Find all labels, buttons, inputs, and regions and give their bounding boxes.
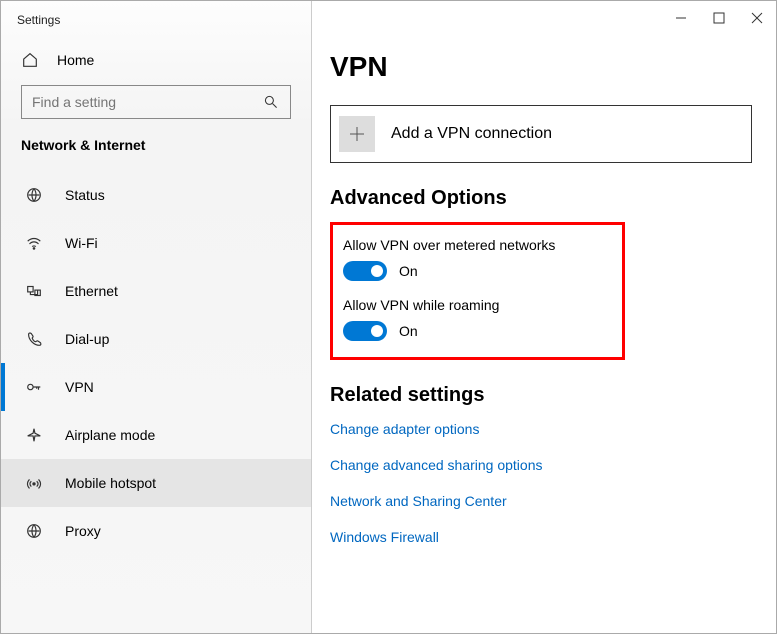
nav-label: Mobile hotspot <box>65 475 156 491</box>
search-icon <box>262 93 280 111</box>
add-vpn-button[interactable]: Add a VPN connection <box>330 105 752 163</box>
home-label: Home <box>57 52 94 68</box>
nav-ethernet[interactable]: Ethernet <box>1 267 311 315</box>
wifi-icon <box>25 234 43 252</box>
metered-toggle[interactable] <box>343 261 387 281</box>
nav-wifi[interactable]: Wi-Fi <box>1 219 311 267</box>
minimize-button[interactable] <box>674 11 688 25</box>
window-title: Settings <box>1 13 311 43</box>
close-button[interactable] <box>750 11 764 25</box>
sidebar: Settings Home Network & Internet Status … <box>1 1 312 633</box>
airplane-icon <box>25 426 43 444</box>
nav-label: Wi-Fi <box>65 235 98 251</box>
metered-state: On <box>399 263 418 279</box>
link-firewall[interactable]: Windows Firewall <box>330 529 752 545</box>
home-button[interactable]: Home <box>1 43 311 85</box>
nav-vpn[interactable]: VPN <box>1 363 311 411</box>
nav-proxy[interactable]: Proxy <box>1 507 311 555</box>
related-section: Related settings Change adapter options … <box>330 384 752 545</box>
maximize-button[interactable] <box>712 11 726 25</box>
roaming-label: Allow VPN while roaming <box>343 297 612 313</box>
nav-label: Status <box>65 187 105 203</box>
link-adapter[interactable]: Change adapter options <box>330 421 752 437</box>
page-title: VPN <box>330 51 752 83</box>
roaming-state: On <box>399 323 418 339</box>
plus-icon <box>339 116 375 152</box>
metered-label: Allow VPN over metered networks <box>343 237 612 253</box>
add-vpn-label: Add a VPN connection <box>391 125 552 143</box>
nav-status[interactable]: Status <box>1 171 311 219</box>
nav-hotspot[interactable]: Mobile hotspot <box>1 459 311 507</box>
main-panel: VPN Add a VPN connection Advanced Option… <box>312 1 776 633</box>
proxy-icon <box>25 522 43 540</box>
roaming-toggle[interactable] <box>343 321 387 341</box>
nav-label: Dial-up <box>65 331 109 347</box>
related-heading: Related settings <box>330 384 752 407</box>
vpn-icon <box>25 378 43 396</box>
nav-dialup[interactable]: Dial-up <box>1 315 311 363</box>
section-label: Network & Internet <box>1 137 311 171</box>
home-icon <box>21 51 39 69</box>
advanced-heading: Advanced Options <box>330 187 752 210</box>
nav-label: Proxy <box>65 523 101 539</box>
dialup-icon <box>25 330 43 348</box>
hotspot-icon <box>25 474 43 492</box>
nav-label: Ethernet <box>65 283 118 299</box>
nav-airplane[interactable]: Airplane mode <box>1 411 311 459</box>
link-sharing[interactable]: Change advanced sharing options <box>330 457 752 473</box>
search-input[interactable] <box>21 85 291 119</box>
window-controls <box>674 11 764 25</box>
highlighted-region: Allow VPN over metered networks On Allow… <box>330 222 625 360</box>
status-icon <box>25 186 43 204</box>
nav-label: Airplane mode <box>65 427 155 443</box>
ethernet-icon <box>25 282 43 300</box>
nav-list: Status Wi-Fi Ethernet Dial-up VPN Airpla… <box>1 171 311 633</box>
nav-label: VPN <box>65 379 94 395</box>
link-network-center[interactable]: Network and Sharing Center <box>330 493 752 509</box>
search-field[interactable] <box>32 94 262 110</box>
